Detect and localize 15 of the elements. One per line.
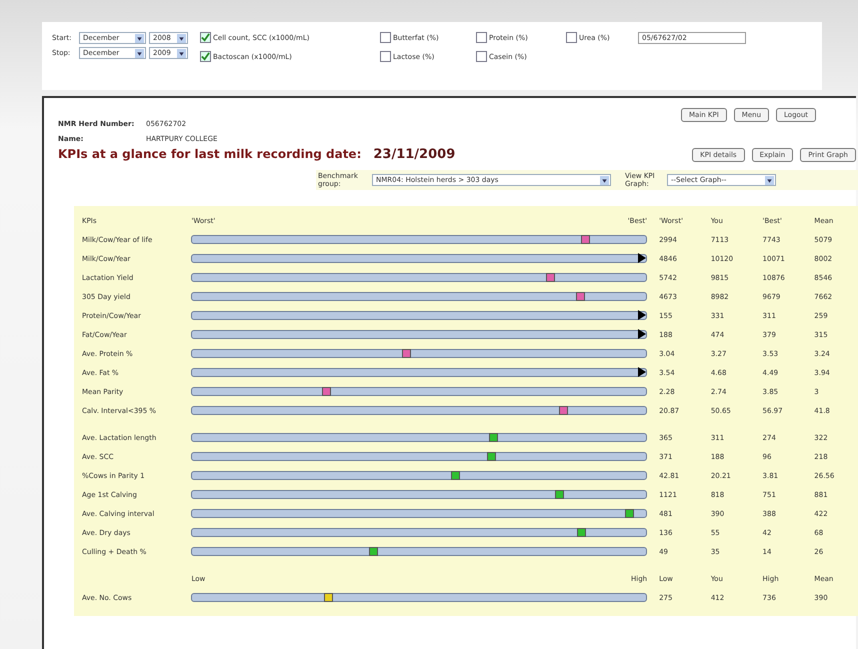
dropdown-arrow-icon bbox=[135, 34, 144, 43]
checkbox[interactable] bbox=[200, 51, 211, 62]
checkbox[interactable] bbox=[476, 51, 487, 62]
page-title: KPIs at a glance for last milk recording date: bbox=[58, 147, 362, 161]
checkbox[interactable] bbox=[380, 51, 391, 62]
dropdown-arrow-icon bbox=[135, 49, 144, 58]
checkbox[interactable] bbox=[566, 32, 577, 43]
dropdown-arrow-icon bbox=[765, 176, 774, 185]
checkbox[interactable] bbox=[200, 32, 211, 43]
dropdown-arrow-icon bbox=[600, 176, 609, 185]
dropdown-arrow-icon bbox=[177, 49, 186, 58]
recording-date: 23/11/2009 bbox=[373, 147, 456, 162]
checkbox[interactable] bbox=[476, 32, 487, 43]
dropdown-arrow-icon bbox=[177, 34, 186, 43]
checkbox[interactable] bbox=[380, 32, 391, 43]
